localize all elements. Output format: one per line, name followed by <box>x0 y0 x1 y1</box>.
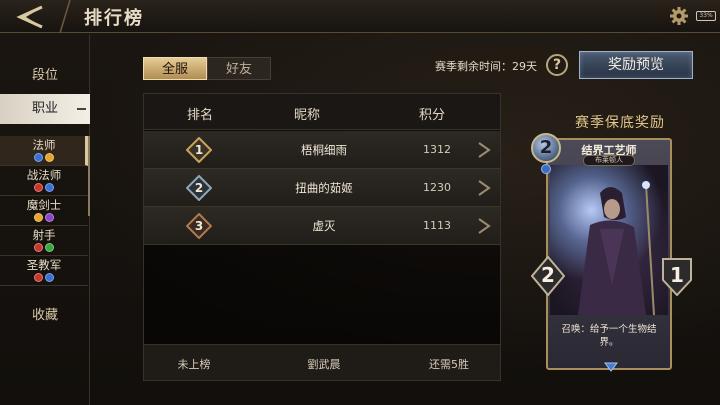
battery-indicator: 33% <box>696 11 716 21</box>
season-reward-title: 赛季保底奖励 <box>575 115 665 131</box>
gear-icon <box>670 7 688 25</box>
player-name: 梧桐细雨 <box>301 143 347 157</box>
wins-needed: 还需5胜 <box>429 358 469 371</box>
sidebar-item-collection[interactable]: 收藏 <box>0 304 90 323</box>
header-score: 积分 <box>419 108 446 123</box>
card-art <box>550 165 668 315</box>
class-gems <box>0 213 88 222</box>
class-gems <box>0 273 88 282</box>
sidebar: 段位 职业 法师 战法师 魔剑士 射手 圣教军 收藏 <box>0 34 90 405</box>
header-bar: 排行榜 33% <box>0 0 720 33</box>
class-list: 法师 战法师 魔剑士 射手 圣教军 <box>0 136 90 316</box>
my-rank-row: 未上榜 劉武晨 还需5胜 <box>144 344 500 380</box>
sidebar-item-rank[interactable]: 段位 <box>0 64 90 83</box>
header-rank: 排名 <box>187 108 214 123</box>
table-header: 排名 昵称 积分 <box>144 94 500 130</box>
gem-icon <box>34 153 43 162</box>
gem-icon <box>45 273 54 282</box>
help-icon[interactable]: ? <box>546 54 568 76</box>
player-score: 1230 <box>423 181 451 194</box>
class-item-archer[interactable]: 射手 <box>0 226 88 256</box>
class-gems <box>0 183 88 192</box>
gem-icon <box>34 243 43 252</box>
gem-icon <box>45 213 54 222</box>
class-item-spellsword[interactable]: 魔剑士 <box>0 196 88 226</box>
season-remaining-time: 赛季剩余时间：29天 <box>435 60 537 73</box>
card-health: 1 <box>660 256 694 296</box>
class-item-mage[interactable]: 法师 <box>0 136 88 166</box>
class-name: 圣教军 <box>26 258 62 272</box>
class-list-scrollbar[interactable] <box>88 136 90 216</box>
leaderboard-table: 排名 昵称 积分 1 梧桐细雨 1312 2 扭曲的茹姬 1230 3 虚灭 1… <box>143 93 501 381</box>
gem-icon <box>34 183 43 192</box>
card-description: 召唤：给予一个生物结界。 <box>561 324 657 348</box>
sidebar-item-job-label: 职业 <box>31 101 58 116</box>
back-button[interactable] <box>0 0 58 33</box>
header-name: 昵称 <box>294 108 321 123</box>
header-divider <box>59 0 71 33</box>
rank-badge-icon: 2 <box>186 175 212 201</box>
rank-number: 3 <box>194 219 204 233</box>
card-cost: 2 <box>531 133 561 163</box>
chevron-right-icon <box>478 180 491 196</box>
triangle-down-icon <box>604 362 618 372</box>
class-name: 射手 <box>32 228 56 242</box>
gem-icon <box>34 273 43 282</box>
player-name: 虚灭 <box>312 219 336 233</box>
table-row[interactable]: 3 虚灭 1113 <box>144 207 500 245</box>
tab-all-server[interactable]: 全服 <box>143 57 207 80</box>
card-attack-value: 2 <box>541 263 555 287</box>
rank-number: 1 <box>194 143 204 157</box>
gem-icon <box>45 183 54 192</box>
reward-preview-button[interactable]: 奖励预览 <box>579 51 693 79</box>
magic-attribute-icon <box>541 164 551 174</box>
settings-button[interactable] <box>669 6 689 26</box>
gem-icon <box>45 153 54 162</box>
player-score: 1113 <box>423 219 451 232</box>
class-item-battlemage[interactable]: 战法师 <box>0 166 88 196</box>
card-race: 布莱顿人 <box>583 155 635 166</box>
card-health-value: 1 <box>670 263 684 287</box>
class-name: 战法师 <box>26 168 62 182</box>
class-gems <box>0 243 88 252</box>
my-name: 劉武晨 <box>307 358 341 371</box>
class-name: 魔剑士 <box>26 198 62 212</box>
sidebar-item-job[interactable]: 职业 <box>0 94 90 124</box>
back-arrow-icon <box>16 5 43 28</box>
gem-icon <box>45 243 54 252</box>
class-name: 法师 <box>32 138 56 152</box>
chevron-right-icon <box>478 142 491 158</box>
page-title: 排行榜 <box>84 8 144 29</box>
card-attack: 2 <box>531 256 565 296</box>
class-item-crusader[interactable]: 圣教军 <box>0 256 88 286</box>
rank-badge-icon: 3 <box>186 213 212 239</box>
tab-friends[interactable]: 好友 <box>207 57 271 80</box>
reward-card[interactable]: 结界工艺师 布莱顿人 2 2 1 召唤：给予一个生物结界。 <box>531 133 692 375</box>
chevron-right-icon <box>478 218 491 234</box>
my-rank-status: 未上榜 <box>177 358 211 371</box>
rank-badge-icon: 1 <box>186 137 212 163</box>
gem-icon <box>34 213 43 222</box>
player-name: 扭曲的茹姬 <box>295 181 353 195</box>
table-row[interactable]: 1 梧桐细雨 1312 <box>144 131 500 169</box>
table-row[interactable]: 2 扭曲的茹姬 1230 <box>144 169 500 207</box>
rank-number: 2 <box>194 181 204 195</box>
class-gems <box>0 153 88 162</box>
mage-figure-art <box>578 181 655 315</box>
selected-indicator-icon <box>77 108 86 110</box>
player-score: 1312 <box>423 143 451 156</box>
